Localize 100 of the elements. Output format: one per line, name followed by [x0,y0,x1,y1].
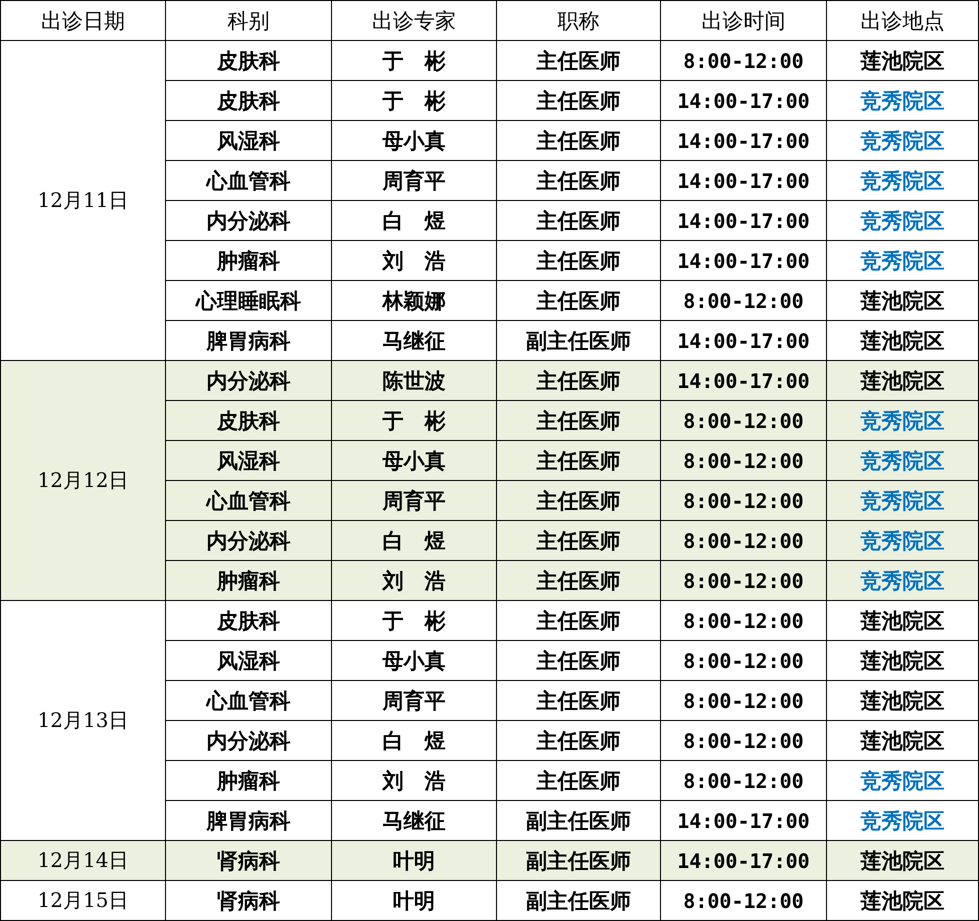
table-cell: 周育平 [332,160,496,200]
table-cell: 8:00-12:00 [660,40,826,80]
table-cell: 莲池院区 [826,40,978,80]
table-cell: 主任医师 [496,200,660,240]
table-cell: 竞秀院区 [826,480,978,520]
column-header: 科别 [166,0,332,40]
table-cell: 莲池院区 [826,280,978,320]
table-cell: 心血管科 [166,680,332,720]
table-cell: 莲池院区 [826,600,978,640]
table-cell: 8:00-12:00 [660,640,826,680]
table-cell: 8:00-12:00 [660,880,826,920]
table-cell: 风湿科 [166,640,332,680]
column-header: 出诊地点 [826,0,978,40]
table-cell: 莲池院区 [826,640,978,680]
table-cell: 内分泌科 [166,360,332,400]
table-cell: 风湿科 [166,440,332,480]
table-cell: 刘 浩 [332,760,496,800]
table-cell: 心血管科 [166,160,332,200]
table-cell: 主任医师 [496,680,660,720]
table-cell: 陈世波 [332,360,496,400]
table-cell: 主任医师 [496,720,660,760]
table-cell: 周育平 [332,480,496,520]
table-cell: 14:00-17:00 [660,120,826,160]
table-cell: 主任医师 [496,400,660,440]
table-cell: 8:00-12:00 [660,480,826,520]
table-cell: 14:00-17:00 [660,200,826,240]
table-cell: 肾病科 [166,880,332,920]
table-cell: 内分泌科 [166,520,332,560]
table-cell: 皮肤科 [166,80,332,120]
column-header: 出诊日期 [0,0,166,40]
table-cell: 心理睡眠科 [166,280,332,320]
table-cell: 白 煜 [332,720,496,760]
table-cell: 刘 浩 [332,240,496,280]
table-cell: 主任医师 [496,360,660,400]
table-cell: 主任医师 [496,480,660,520]
table-cell: 竞秀院区 [826,80,978,120]
table-cell: 肿瘤科 [166,240,332,280]
table-cell: 14:00-17:00 [660,160,826,200]
table-cell: 主任医师 [496,600,660,640]
date-cell: 12月11日 [0,40,166,360]
table-cell: 主任医师 [496,640,660,680]
table-cell: 主任医师 [496,80,660,120]
table-cell: 于 彬 [332,400,496,440]
table-cell: 莲池院区 [826,720,978,760]
table-cell: 主任医师 [496,120,660,160]
table-cell: 14:00-17:00 [660,840,826,880]
table-cell: 竞秀院区 [826,760,978,800]
table-cell: 叶明 [332,840,496,880]
table-cell: 心血管科 [166,480,332,520]
table-cell: 竞秀院区 [826,240,978,280]
table-cell: 母小真 [332,440,496,480]
table-cell: 肿瘤科 [166,560,332,600]
table-cell: 主任医师 [496,440,660,480]
table-cell: 竞秀院区 [826,200,978,240]
table-cell: 林颖娜 [332,280,496,320]
table-cell: 14:00-17:00 [660,80,826,120]
table-cell: 莲池院区 [826,360,978,400]
table-cell: 8:00-12:00 [660,600,826,640]
table-cell: 竞秀院区 [826,400,978,440]
table-cell: 主任医师 [496,280,660,320]
column-header: 职称 [496,0,660,40]
date-cell: 12月12日 [0,360,166,600]
table-cell: 副主任医师 [496,840,660,880]
table-cell: 8:00-12:00 [660,520,826,560]
table-cell: 刘 浩 [332,560,496,600]
table-cell: 14:00-17:00 [660,240,826,280]
column-header: 出诊时间 [660,0,826,40]
table-cell: 竞秀院区 [826,440,978,480]
table-cell: 主任医师 [496,40,660,80]
table-cell: 主任医师 [496,160,660,200]
table-cell: 主任医师 [496,240,660,280]
table-cell: 皮肤科 [166,400,332,440]
table-cell: 白 煜 [332,200,496,240]
table-cell: 竞秀院区 [826,520,978,560]
table-cell: 8:00-12:00 [660,560,826,600]
table-cell: 皮肤科 [166,40,332,80]
column-header: 出诊专家 [332,0,496,40]
table-cell: 肾病科 [166,840,332,880]
table-cell: 叶明 [332,880,496,920]
date-cell: 12月15日 [0,880,166,920]
table-cell: 于 彬 [332,600,496,640]
table-cell: 内分泌科 [166,720,332,760]
table-cell: 8:00-12:00 [660,440,826,480]
table-cell: 周育平 [332,680,496,720]
table-cell: 8:00-12:00 [660,720,826,760]
table-cell: 主任医师 [496,560,660,600]
table-cell: 8:00-12:00 [660,400,826,440]
table-cell: 主任医师 [496,760,660,800]
table-cell: 14:00-17:00 [660,360,826,400]
table-cell: 莲池院区 [826,680,978,720]
table-cell: 风湿科 [166,120,332,160]
table-cell: 白 煜 [332,520,496,560]
table-cell: 于 彬 [332,40,496,80]
table-cell: 8:00-12:00 [660,760,826,800]
table-cell: 竞秀院区 [826,560,978,600]
table-cell: 莲池院区 [826,840,978,880]
table-cell: 内分泌科 [166,200,332,240]
table-cell: 于 彬 [332,80,496,120]
table-cell: 竞秀院区 [826,160,978,200]
table-cell: 副主任医师 [496,880,660,920]
